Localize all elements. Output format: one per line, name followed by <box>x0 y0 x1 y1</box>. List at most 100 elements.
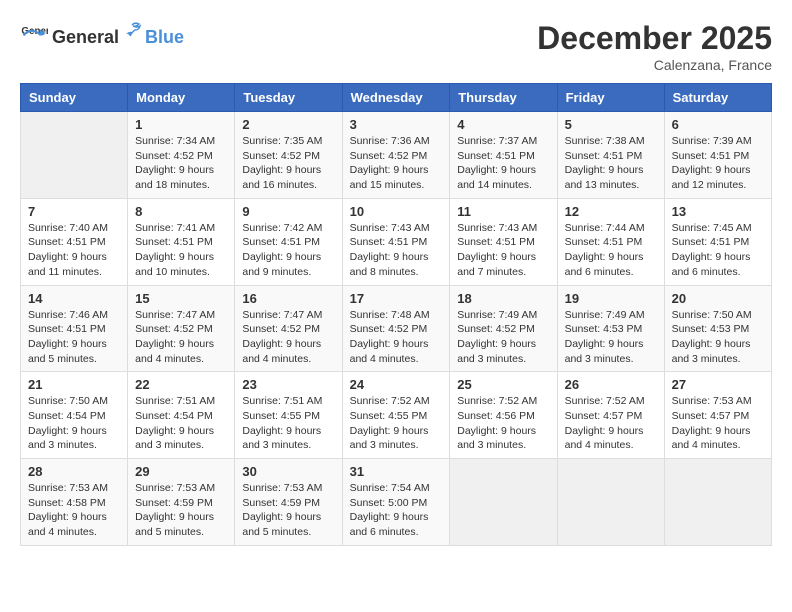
day-number: 22 <box>135 377 227 392</box>
day-info: Sunrise: 7:35 AM Sunset: 4:52 PM Dayligh… <box>242 134 334 193</box>
calendar-cell: 22Sunrise: 7:51 AM Sunset: 4:54 PM Dayli… <box>128 372 235 459</box>
day-number: 27 <box>672 377 764 392</box>
day-info: Sunrise: 7:49 AM Sunset: 4:53 PM Dayligh… <box>565 308 657 367</box>
calendar-header-row: SundayMondayTuesdayWednesdayThursdayFrid… <box>21 84 772 112</box>
location: Calenzana, France <box>537 57 772 73</box>
day-number: 15 <box>135 291 227 306</box>
calendar-cell: 1 Sunrise: 7:34 AM Sunset: 4:52 PM Daylig… <box>128 112 235 199</box>
day-info: Sunrise: 7:53 AM Sunset: 4:58 PM Dayligh… <box>28 481 120 540</box>
day-number: 10 <box>350 204 443 219</box>
day-number: 12 <box>565 204 657 219</box>
day-info: Sunrise: 7:37 AM Sunset: 4:51 PM Dayligh… <box>457 134 549 193</box>
calendar-cell: 5 Sunrise: 7:38 AM Sunset: 4:51 PM Daylig… <box>557 112 664 199</box>
day-number: 16 <box>242 291 334 306</box>
calendar-cell: 27 Sunrise: 7:53 AM Sunset: 4:57 PM Dayli… <box>664 372 771 459</box>
calendar-cell: 2 Sunrise: 7:35 AM Sunset: 4:52 PM Daylig… <box>235 112 342 199</box>
calendar-cell: 6 Sunrise: 7:39 AM Sunset: 4:51 PM Daylig… <box>664 112 771 199</box>
day-number: 28 <box>28 464 120 479</box>
day-number: 7 <box>28 204 120 219</box>
day-info: Sunrise: 7:44 AM Sunset: 4:51 PM Dayligh… <box>565 221 657 280</box>
page-header: General General Blue December 2025 Calen… <box>20 20 772 73</box>
calendar-week-row: 28 Sunrise: 7:53 AM Sunset: 4:58 PM Dayli… <box>21 459 772 546</box>
calendar-week-row: 7Sunrise: 7:40 AM Sunset: 4:51 PM Daylig… <box>21 198 772 285</box>
day-info: Sunrise: 7:52 AM Sunset: 4:57 PM Dayligh… <box>565 394 657 453</box>
calendar-cell: 31 Sunrise: 7:54 AM Sunset: 5:00 PM Dayli… <box>342 459 450 546</box>
calendar-weekday-friday: Friday <box>557 84 664 112</box>
day-info: Sunrise: 7:39 AM Sunset: 4:51 PM Dayligh… <box>672 134 764 193</box>
day-number: 6 <box>672 117 764 132</box>
day-number: 3 <box>350 117 443 132</box>
day-number: 17 <box>350 291 443 306</box>
calendar-cell: 18 Sunrise: 7:49 AM Sunset: 4:52 PM Dayli… <box>450 285 557 372</box>
logo: General General Blue <box>20 20 184 48</box>
day-info: Sunrise: 7:50 AM Sunset: 4:53 PM Dayligh… <box>672 308 764 367</box>
day-number: 26 <box>565 377 657 392</box>
day-info: Sunrise: 7:34 AM Sunset: 4:52 PM Dayligh… <box>135 134 227 193</box>
day-info: Sunrise: 7:46 AM Sunset: 4:51 PM Dayligh… <box>28 308 120 367</box>
day-info: Sunrise: 7:41 AM Sunset: 4:51 PM Dayligh… <box>135 221 227 280</box>
calendar-weekday-sunday: Sunday <box>21 84 128 112</box>
calendar-week-row: 14 Sunrise: 7:46 AM Sunset: 4:51 PM Dayli… <box>21 285 772 372</box>
day-info: Sunrise: 7:53 AM Sunset: 4:59 PM Dayligh… <box>242 481 334 540</box>
day-number: 14 <box>28 291 120 306</box>
calendar-cell: 16 Sunrise: 7:47 AM Sunset: 4:52 PM Dayli… <box>235 285 342 372</box>
calendar-cell <box>664 459 771 546</box>
day-info: Sunrise: 7:53 AM Sunset: 4:59 PM Dayligh… <box>135 481 227 540</box>
day-number: 31 <box>350 464 443 479</box>
day-number: 23 <box>242 377 334 392</box>
calendar-cell <box>450 459 557 546</box>
calendar-cell: 20Sunrise: 7:50 AM Sunset: 4:53 PM Dayli… <box>664 285 771 372</box>
day-number: 1 <box>135 117 227 132</box>
day-info: Sunrise: 7:52 AM Sunset: 4:55 PM Dayligh… <box>350 394 443 453</box>
calendar-cell: 11Sunrise: 7:43 AM Sunset: 4:51 PM Dayli… <box>450 198 557 285</box>
title-block: December 2025 Calenzana, France <box>537 20 772 73</box>
calendar-cell: 21Sunrise: 7:50 AM Sunset: 4:54 PM Dayli… <box>21 372 128 459</box>
day-info: Sunrise: 7:50 AM Sunset: 4:54 PM Dayligh… <box>28 394 120 453</box>
logo-bird-icon <box>121 21 143 43</box>
day-info: Sunrise: 7:45 AM Sunset: 4:51 PM Dayligh… <box>672 221 764 280</box>
day-number: 9 <box>242 204 334 219</box>
calendar-weekday-monday: Monday <box>128 84 235 112</box>
day-info: Sunrise: 7:47 AM Sunset: 4:52 PM Dayligh… <box>135 308 227 367</box>
day-info: Sunrise: 7:52 AM Sunset: 4:56 PM Dayligh… <box>457 394 549 453</box>
calendar-cell: 3 Sunrise: 7:36 AM Sunset: 4:52 PM Daylig… <box>342 112 450 199</box>
day-number: 29 <box>135 464 227 479</box>
day-number: 8 <box>135 204 227 219</box>
month-title: December 2025 <box>537 20 772 57</box>
calendar-cell: 15 Sunrise: 7:47 AM Sunset: 4:52 PM Dayli… <box>128 285 235 372</box>
calendar-cell <box>557 459 664 546</box>
day-number: 5 <box>565 117 657 132</box>
calendar-cell: 26 Sunrise: 7:52 AM Sunset: 4:57 PM Dayli… <box>557 372 664 459</box>
day-number: 18 <box>457 291 549 306</box>
day-number: 30 <box>242 464 334 479</box>
calendar-cell: 29 Sunrise: 7:53 AM Sunset: 4:59 PM Dayli… <box>128 459 235 546</box>
calendar-cell: 13Sunrise: 7:45 AM Sunset: 4:51 PM Dayli… <box>664 198 771 285</box>
calendar-cell: 25 Sunrise: 7:52 AM Sunset: 4:56 PM Dayli… <box>450 372 557 459</box>
day-info: Sunrise: 7:38 AM Sunset: 4:51 PM Dayligh… <box>565 134 657 193</box>
calendar-cell: 28 Sunrise: 7:53 AM Sunset: 4:58 PM Dayli… <box>21 459 128 546</box>
day-number: 2 <box>242 117 334 132</box>
calendar-cell: 19 Sunrise: 7:49 AM Sunset: 4:53 PM Dayli… <box>557 285 664 372</box>
calendar-weekday-tuesday: Tuesday <box>235 84 342 112</box>
calendar-weekday-saturday: Saturday <box>664 84 771 112</box>
calendar-week-row: 21Sunrise: 7:50 AM Sunset: 4:54 PM Dayli… <box>21 372 772 459</box>
calendar-cell: 23 Sunrise: 7:51 AM Sunset: 4:55 PM Dayli… <box>235 372 342 459</box>
day-info: Sunrise: 7:51 AM Sunset: 4:55 PM Dayligh… <box>242 394 334 453</box>
calendar-cell: 24 Sunrise: 7:52 AM Sunset: 4:55 PM Dayli… <box>342 372 450 459</box>
day-number: 24 <box>350 377 443 392</box>
day-number: 4 <box>457 117 549 132</box>
day-info: Sunrise: 7:54 AM Sunset: 5:00 PM Dayligh… <box>350 481 443 540</box>
calendar-cell: 17Sunrise: 7:48 AM Sunset: 4:52 PM Dayli… <box>342 285 450 372</box>
logo-blue: Blue <box>145 27 184 48</box>
day-number: 25 <box>457 377 549 392</box>
day-info: Sunrise: 7:36 AM Sunset: 4:52 PM Dayligh… <box>350 134 443 193</box>
day-info: Sunrise: 7:53 AM Sunset: 4:57 PM Dayligh… <box>672 394 764 453</box>
calendar-cell: 9Sunrise: 7:42 AM Sunset: 4:51 PM Daylig… <box>235 198 342 285</box>
day-number: 19 <box>565 291 657 306</box>
calendar-weekday-wednesday: Wednesday <box>342 84 450 112</box>
day-number: 11 <box>457 204 549 219</box>
calendar-cell: 10Sunrise: 7:43 AM Sunset: 4:51 PM Dayli… <box>342 198 450 285</box>
calendar-cell: 12 Sunrise: 7:44 AM Sunset: 4:51 PM Dayli… <box>557 198 664 285</box>
day-info: Sunrise: 7:49 AM Sunset: 4:52 PM Dayligh… <box>457 308 549 367</box>
day-info: Sunrise: 7:47 AM Sunset: 4:52 PM Dayligh… <box>242 308 334 367</box>
